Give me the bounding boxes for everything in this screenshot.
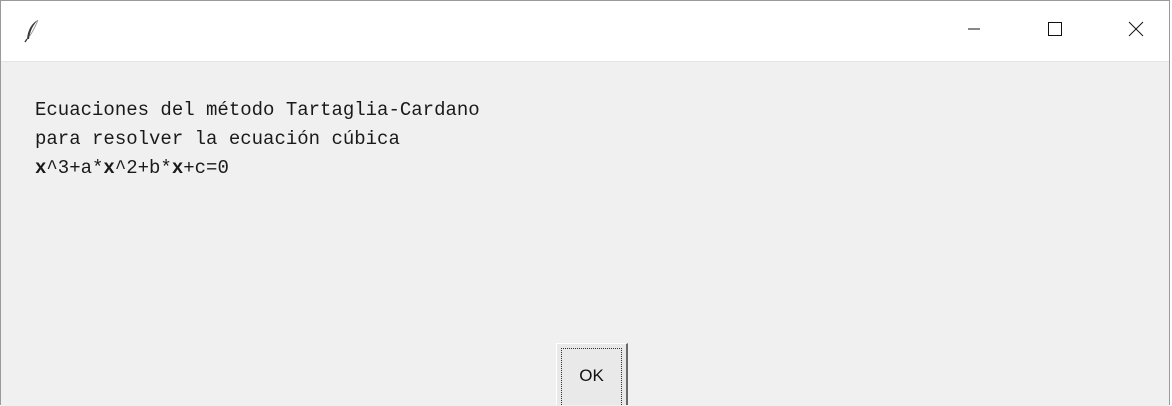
equation-part: ^2+b* xyxy=(114,157,172,179)
feather-icon xyxy=(23,19,43,43)
equation-part: +c=0 xyxy=(183,157,229,179)
minimize-icon xyxy=(967,22,981,41)
maximize-icon xyxy=(1048,21,1062,41)
ok-button[interactable]: OK xyxy=(556,343,628,405)
equation-part: ^3+a* xyxy=(46,157,104,179)
message-text: Ecuaciones del método Tartaglia-Cardano … xyxy=(35,96,480,183)
title-bar[interactable] xyxy=(1,1,1169,61)
equation-variable: x xyxy=(35,157,47,179)
ok-button-label: OK xyxy=(579,366,604,385)
equation-variable: x xyxy=(103,157,115,179)
dialog-window: Ecuaciones del método Tartaglia-Cardano … xyxy=(0,0,1170,406)
equation-variable: x xyxy=(171,157,184,179)
minimize-button[interactable] xyxy=(951,1,997,61)
message-line-1: Ecuaciones del método Tartaglia-Cardano xyxy=(35,99,480,121)
message-line-3: x^3+a*x^2+b*x+c=0 xyxy=(35,157,229,179)
dialog-body: Ecuaciones del método Tartaglia-Cardano … xyxy=(1,62,1169,406)
maximize-button[interactable] xyxy=(1032,1,1078,61)
close-icon xyxy=(1128,21,1144,42)
message-line-2: para resolver la ecuación cúbica xyxy=(35,128,400,150)
close-button[interactable] xyxy=(1113,1,1159,61)
ok-button-focus-ring: OK xyxy=(561,348,622,405)
